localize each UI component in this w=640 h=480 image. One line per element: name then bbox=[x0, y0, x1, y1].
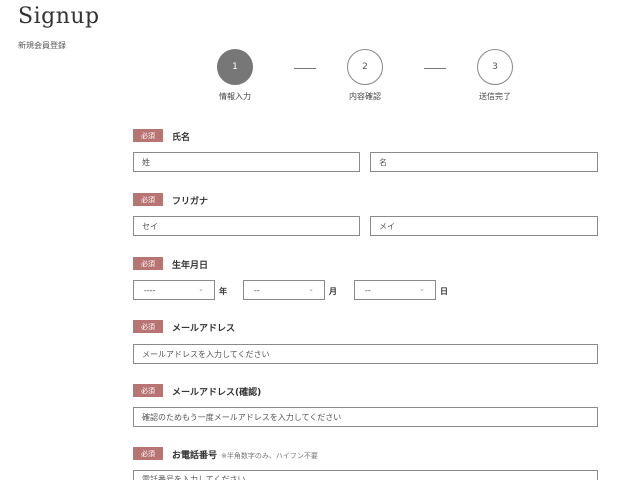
name-label: 氏名 bbox=[172, 133, 191, 143]
step-3-label: 送信完了 bbox=[479, 92, 511, 101]
last-name-input[interactable]: 姓 bbox=[133, 152, 360, 172]
birth-month-value: -- bbox=[254, 285, 260, 295]
email-input[interactable]: メールアドレスを入力してください bbox=[133, 344, 598, 364]
required-badge: 必須 bbox=[133, 384, 163, 397]
birth-day-value: -- bbox=[365, 285, 371, 295]
step-connector bbox=[424, 68, 446, 69]
email-confirm-label: メールアドレス(確認) bbox=[172, 388, 262, 398]
year-unit: 年 bbox=[219, 287, 227, 296]
kana-label: フリガナ bbox=[172, 197, 209, 207]
email-label: メールアドレス bbox=[172, 324, 236, 334]
step-1-circle: 1 bbox=[217, 49, 253, 85]
step-2-label: 内容確認 bbox=[349, 92, 381, 101]
birth-year-select[interactable]: ---- ⌄ bbox=[133, 280, 215, 300]
month-unit: 月 bbox=[329, 287, 337, 296]
phone-hint: ※半角数字のみ、ハイフン不要 bbox=[221, 452, 318, 460]
required-badge: 必須 bbox=[133, 129, 163, 142]
chevron-down-icon: ⌄ bbox=[419, 285, 425, 293]
email-confirm-input[interactable]: 確認のためもう一度メールアドレスを入力してください bbox=[133, 407, 598, 427]
last-name-kana-input[interactable]: セイ bbox=[133, 216, 360, 236]
required-badge: 必須 bbox=[133, 320, 163, 333]
step-3-circle: 3 bbox=[477, 49, 513, 85]
chevron-down-icon: ⌄ bbox=[198, 285, 204, 293]
birthday-label: 生年月日 bbox=[172, 261, 209, 271]
step-connector bbox=[294, 68, 316, 69]
first-name-input[interactable]: 名 bbox=[370, 152, 598, 172]
birth-month-select[interactable]: -- ⌄ bbox=[243, 280, 325, 300]
page-title: Signup bbox=[18, 4, 100, 29]
page-subtitle: 新規会員登録 bbox=[18, 41, 66, 50]
day-unit: 日 bbox=[440, 287, 448, 296]
step-2-circle: 2 bbox=[347, 49, 383, 85]
required-badge: 必須 bbox=[133, 257, 163, 270]
chevron-down-icon: ⌄ bbox=[308, 285, 314, 293]
required-badge: 必須 bbox=[133, 447, 163, 460]
phone-label-text: お電話番号 bbox=[172, 451, 218, 461]
required-badge: 必須 bbox=[133, 193, 163, 206]
first-name-kana-input[interactable]: メイ bbox=[370, 216, 598, 236]
birth-year-value: ---- bbox=[144, 285, 156, 295]
phone-input[interactable]: 電話番号を入力してください bbox=[133, 470, 598, 480]
step-1-label: 情報入力 bbox=[219, 92, 251, 101]
birth-day-select[interactable]: -- ⌄ bbox=[354, 280, 436, 300]
phone-label: お電話番号 ※半角数字のみ、ハイフン不要 bbox=[172, 448, 318, 461]
